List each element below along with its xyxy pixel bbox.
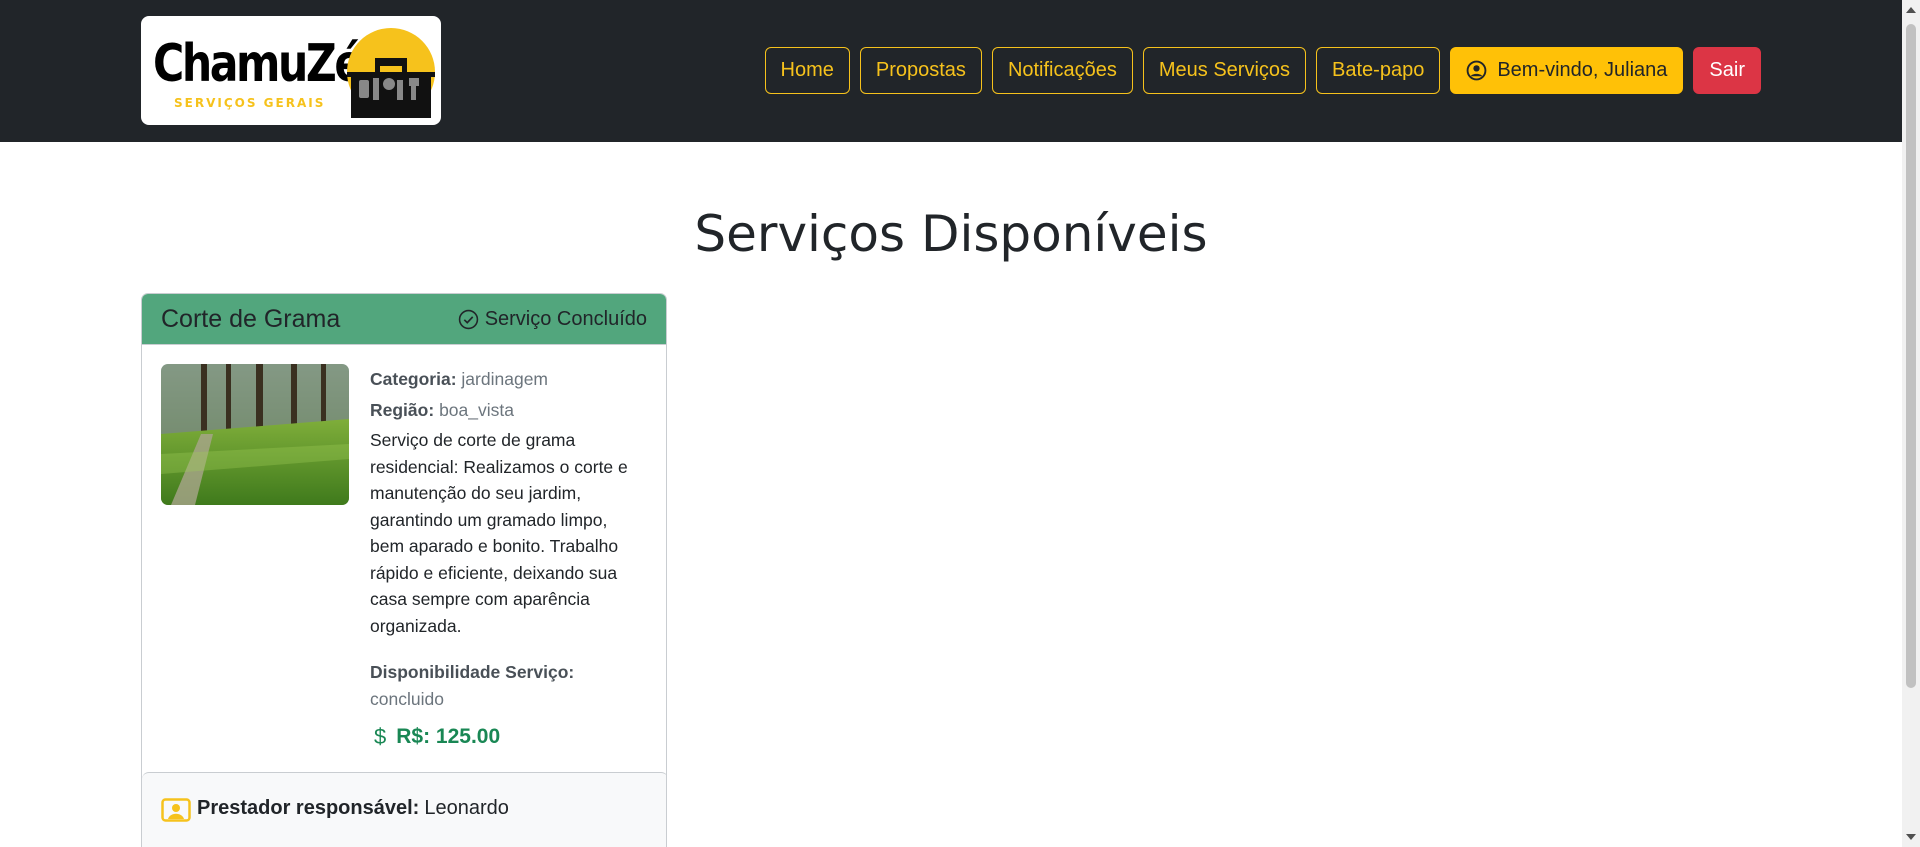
grass-photo: [161, 364, 349, 505]
user-circle-icon: [1466, 60, 1487, 81]
service-image: [161, 364, 349, 505]
availability-label: Disponibilidade Serviço:: [370, 662, 575, 682]
person-badge-icon: [161, 798, 191, 822]
availability-row: Disponibilidade Serviço: concluido: [370, 659, 640, 712]
service-status: Serviço Concluído: [458, 308, 647, 331]
region-value: boa_vista: [439, 399, 514, 420]
welcome-label: Bem-vindo, Juliana: [1497, 59, 1668, 81]
region-label: Região:: [370, 399, 435, 420]
category-label: Categoria:: [370, 369, 457, 389]
page-scrollbar[interactable]: [1902, 0, 1920, 847]
nav-propostas[interactable]: Propostas: [859, 47, 982, 94]
service-details: Categoria: jardinagem Região: boa_vista …: [370, 366, 640, 751]
logout-button[interactable]: Sair: [1693, 47, 1761, 94]
region-row: Região: boa_vista: [370, 397, 640, 424]
provider-name: Leonardo: [424, 797, 509, 819]
logo-wordmark: ChamuZé: [153, 34, 363, 94]
navbar: ChamuZé SERVIÇOS GERAIS Home Propostas N…: [0, 0, 1902, 142]
nav-notificacoes[interactable]: Notificações: [991, 47, 1133, 94]
scroll-up-arrow-icon[interactable]: [1906, 7, 1916, 13]
price-value: R$: 125.00: [396, 725, 501, 748]
service-card: Corte de Grama Serviço Concluído Categor…: [141, 293, 667, 847]
category-value: jardinagem: [461, 369, 548, 389]
nav-bar: Home Propostas Notificações Meus Serviço…: [764, 47, 1761, 94]
service-card-header: Corte de Grama Serviço Concluído: [142, 294, 666, 345]
dollar-icon: $: [374, 724, 387, 749]
service-description: Serviço de corte de grama residencial: R…: [370, 430, 628, 636]
logo-tagline: SERVIÇOS GERAIS: [174, 96, 326, 110]
nav-meus-servicos[interactable]: Meus Serviços: [1142, 47, 1307, 94]
scroll-down-arrow-icon[interactable]: [1906, 834, 1916, 840]
service-card-footer: Prestador responsável: Leonardo: [142, 772, 666, 847]
provider-label: Prestador responsável:: [197, 797, 420, 819]
check-circle-icon: [458, 309, 478, 329]
page-title: Serviços Disponíveis: [694, 205, 1208, 263]
service-title: Corte de Grama: [161, 304, 341, 333]
service-price: $ R$: 125.00: [370, 724, 640, 751]
service-status-label: Serviço Concluído: [484, 307, 647, 330]
nav-home[interactable]: Home: [764, 47, 850, 94]
category-row: Categoria: jardinagem: [370, 366, 640, 393]
welcome-button[interactable]: Bem-vindo, Juliana: [1450, 47, 1684, 94]
scroll-thumb[interactable]: [1906, 24, 1916, 688]
toolbox-logo-icon: [347, 28, 435, 118]
brand-logo[interactable]: ChamuZé SERVIÇOS GERAIS: [141, 16, 441, 125]
nav-bate-papo[interactable]: Bate-papo: [1316, 47, 1441, 94]
availability-value: concluido: [370, 688, 444, 709]
